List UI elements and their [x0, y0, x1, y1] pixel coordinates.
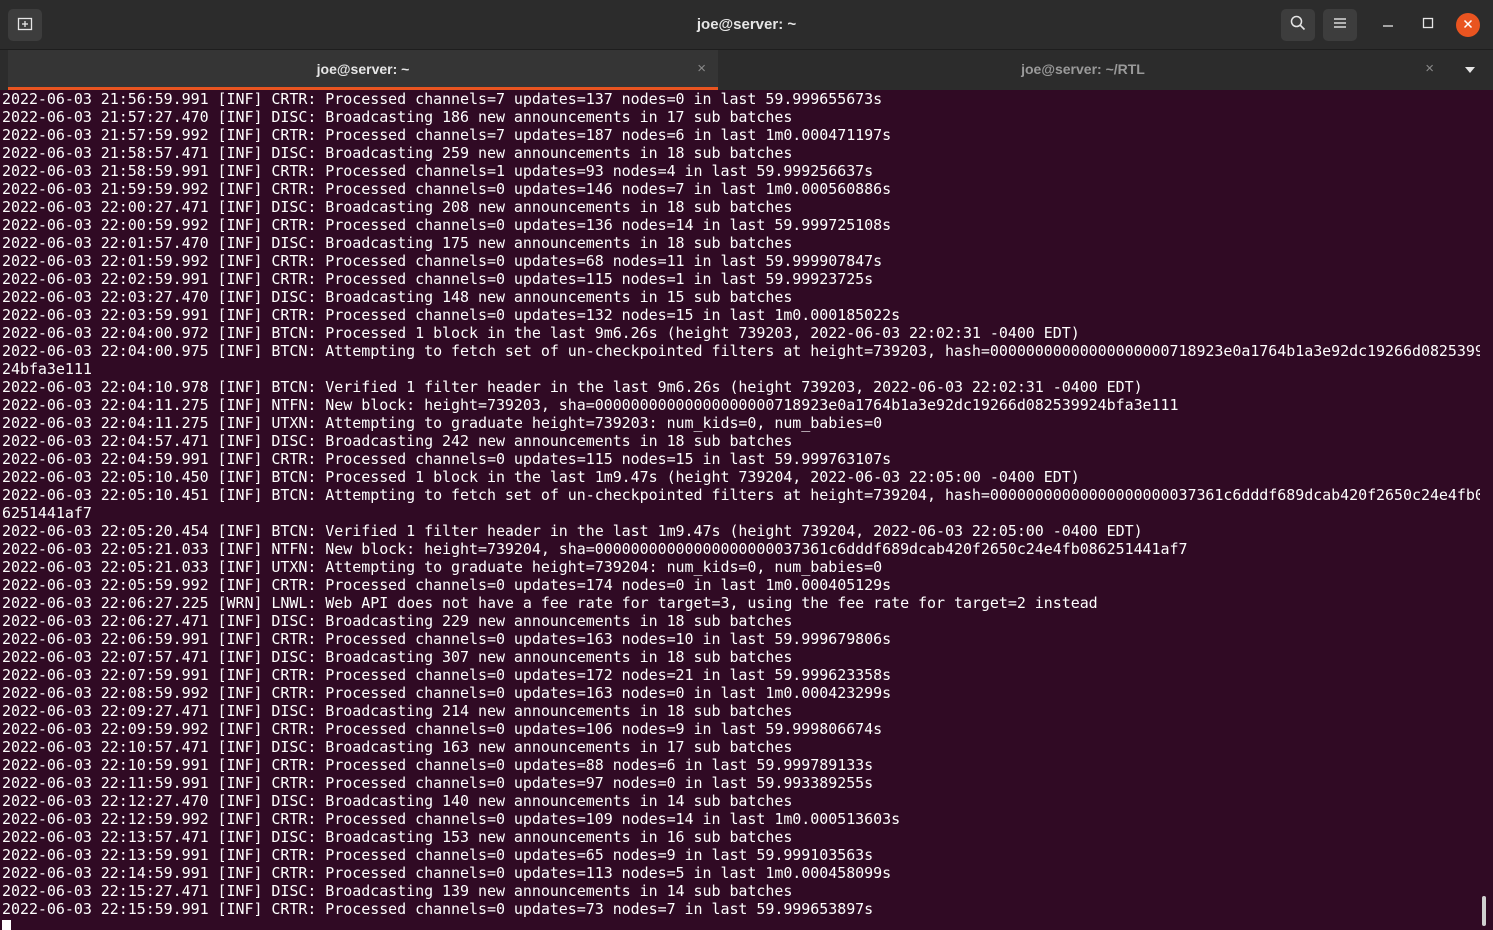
log-line: 2022-06-03 22:04:00.972 [INF] BTCN: Proc… [2, 324, 1080, 342]
tab-bar: joe@server: ~ × joe@server: ~/RTL × [0, 50, 1493, 90]
tab-home[interactable]: joe@server: ~ × [8, 50, 718, 90]
log-line: 2022-06-03 22:10:59.991 [INF] CRTR: Proc… [2, 756, 874, 774]
log-line: 2022-06-03 22:04:59.991 [INF] CRTR: Proc… [2, 450, 892, 468]
log-line: 24bfa3e111 [2, 360, 92, 378]
log-line: 2022-06-03 22:00:59.992 [INF] CRTR: Proc… [2, 216, 892, 234]
scrollbar[interactable] [1482, 896, 1486, 926]
minimize-button[interactable] [1376, 13, 1400, 37]
log-line: 2022-06-03 22:04:10.978 [INF] BTCN: Veri… [2, 378, 1143, 396]
log-line: 2022-06-03 22:09:27.471 [INF] DISC: Broa… [2, 702, 793, 720]
log-line: 2022-06-03 22:06:27.225 [WRN] LNWL: Web … [2, 594, 1098, 612]
terminal-output[interactable]: 2022-06-03 21:56:59.991 [INF] CRTR: Proc… [0, 90, 1480, 930]
tab-list-dropdown[interactable] [1456, 60, 1484, 80]
header-bar: joe@server: ~ [0, 0, 1493, 50]
tab-close-button[interactable]: × [697, 50, 706, 88]
log-line: 2022-06-03 22:12:59.992 [INF] CRTR: Proc… [2, 810, 901, 828]
log-line: 2022-06-03 22:05:59.992 [INF] CRTR: Proc… [2, 576, 892, 594]
search-icon [1290, 15, 1306, 36]
log-line: 2022-06-03 22:10:57.471 [INF] DISC: Broa… [2, 738, 793, 756]
log-line: 2022-06-03 21:56:59.991 [INF] CRTR: Proc… [2, 90, 883, 108]
close-icon [1463, 16, 1473, 34]
main-menu-button[interactable] [1323, 9, 1357, 41]
log-line: 2022-06-03 22:15:59.991 [INF] CRTR: Proc… [2, 900, 874, 918]
log-line: 2022-06-03 22:04:57.471 [INF] DISC: Broa… [2, 432, 793, 450]
log-line: 2022-06-03 22:01:57.470 [INF] DISC: Broa… [2, 234, 793, 252]
tab-label: joe@server: ~ [316, 61, 410, 77]
text-cursor [2, 920, 11, 930]
log-line: 2022-06-03 21:58:59.991 [INF] CRTR: Proc… [2, 162, 874, 180]
close-window-button[interactable] [1456, 13, 1480, 37]
log-line: 2022-06-03 22:06:59.991 [INF] CRTR: Proc… [2, 630, 892, 648]
log-line: 2022-06-03 22:05:21.033 [INF] NTFN: New … [2, 540, 1188, 558]
maximize-icon [1422, 16, 1434, 34]
log-line: 2022-06-03 22:02:59.991 [INF] CRTR: Proc… [2, 270, 874, 288]
log-line: 2022-06-03 22:09:59.992 [INF] CRTR: Proc… [2, 720, 883, 738]
chevron-down-icon [1464, 61, 1476, 79]
log-line: 2022-06-03 21:57:59.992 [INF] CRTR: Proc… [2, 126, 892, 144]
log-line: 2022-06-03 22:03:59.991 [INF] CRTR: Proc… [2, 306, 901, 324]
search-button[interactable] [1281, 9, 1315, 41]
log-line: 2022-06-03 22:06:27.471 [INF] DISC: Broa… [2, 612, 793, 630]
log-line: 2022-06-03 22:05:10.451 [INF] BTCN: Atte… [2, 486, 1480, 504]
log-line: 2022-06-03 22:13:59.991 [INF] CRTR: Proc… [2, 846, 874, 864]
log-line: 6251441af7 [2, 504, 92, 522]
tab-rtl[interactable]: joe@server: ~/RTL × [720, 50, 1446, 90]
log-line: 2022-06-03 22:00:27.471 [INF] DISC: Broa… [2, 198, 793, 216]
log-line: 2022-06-03 21:57:27.470 [INF] DISC: Broa… [2, 108, 793, 126]
log-line: 2022-06-03 22:05:21.033 [INF] UTXN: Atte… [2, 558, 883, 576]
log-line: 2022-06-03 21:59:59.992 [INF] CRTR: Proc… [2, 180, 892, 198]
log-line: 2022-06-03 22:07:59.991 [INF] CRTR: Proc… [2, 666, 892, 684]
log-line: 2022-06-03 21:58:57.471 [INF] DISC: Broa… [2, 144, 793, 162]
log-line: 2022-06-03 22:13:57.471 [INF] DISC: Broa… [2, 828, 793, 846]
log-line: 2022-06-03 22:04:00.975 [INF] BTCN: Atte… [2, 342, 1480, 360]
log-line: 2022-06-03 22:11:59.991 [INF] CRTR: Proc… [2, 774, 874, 792]
log-line: 2022-06-03 22:07:57.471 [INF] DISC: Broa… [2, 648, 793, 666]
log-line: 2022-06-03 22:05:20.454 [INF] BTCN: Veri… [2, 522, 1143, 540]
terminal-window: joe@server: ~ joe@server: ~ × joe@server… [0, 0, 1493, 930]
maximize-button[interactable] [1416, 13, 1440, 37]
log-line: 2022-06-03 22:01:59.992 [INF] CRTR: Proc… [2, 252, 883, 270]
log-line: 2022-06-03 22:08:59.992 [INF] CRTR: Proc… [2, 684, 892, 702]
log-line: 2022-06-03 22:15:27.471 [INF] DISC: Broa… [2, 882, 793, 900]
minimize-icon [1382, 16, 1394, 34]
log-line: 2022-06-03 22:12:27.470 [INF] DISC: Broa… [2, 792, 793, 810]
log-line: 2022-06-03 22:04:11.275 [INF] UTXN: Atte… [2, 414, 883, 432]
log-line: 2022-06-03 22:03:27.470 [INF] DISC: Broa… [2, 288, 793, 306]
log-line: 2022-06-03 22:04:11.275 [INF] NTFN: New … [2, 396, 1179, 414]
log-line: 2022-06-03 22:14:59.991 [INF] CRTR: Proc… [2, 864, 892, 882]
tab-label: joe@server: ~/RTL [1021, 61, 1145, 77]
hamburger-menu-icon [1333, 16, 1347, 35]
tab-close-button[interactable]: × [1425, 50, 1434, 88]
window-title: joe@server: ~ [696, 16, 797, 33]
log-line: 2022-06-03 22:05:10.450 [INF] BTCN: Proc… [2, 468, 1080, 486]
